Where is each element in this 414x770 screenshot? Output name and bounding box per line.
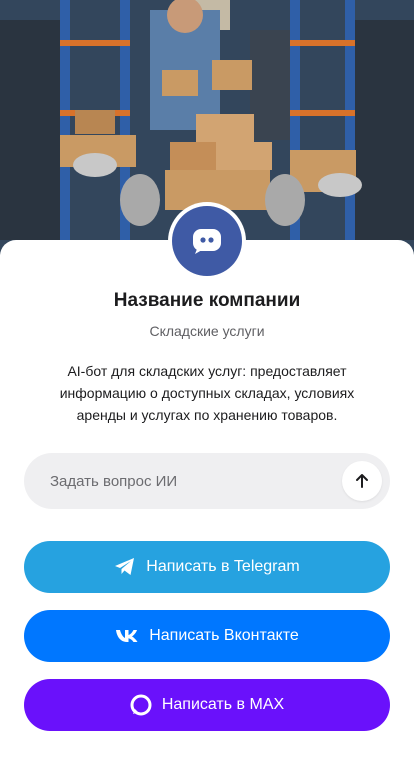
company-description: AI-бот для складских услуг: предоставляе… bbox=[59, 363, 355, 423]
vk-button[interactable]: Написать Вконтакте bbox=[24, 610, 390, 662]
telegram-icon bbox=[114, 557, 136, 577]
vk-icon bbox=[115, 629, 139, 643]
company-name: Название компании bbox=[113, 290, 301, 311]
vk-button-label: Написать Вконтакте bbox=[149, 627, 299, 644]
company-avatar bbox=[168, 202, 246, 280]
telegram-button-label: Написать в Telegram bbox=[146, 558, 300, 575]
telegram-button[interactable]: Написать в Telegram bbox=[24, 541, 390, 593]
arrow-up-icon bbox=[356, 474, 368, 488]
company-category: Складские услуги bbox=[149, 323, 265, 339]
max-icon bbox=[130, 694, 152, 716]
max-button[interactable]: Написать в MAX bbox=[24, 679, 390, 731]
max-button-label: Написать в MAX bbox=[161, 696, 285, 713]
ask-ai-input[interactable] bbox=[48, 471, 342, 491]
chat-bot-icon bbox=[172, 206, 242, 276]
ask-ai-field bbox=[24, 453, 390, 509]
send-button[interactable] bbox=[342, 461, 382, 501]
